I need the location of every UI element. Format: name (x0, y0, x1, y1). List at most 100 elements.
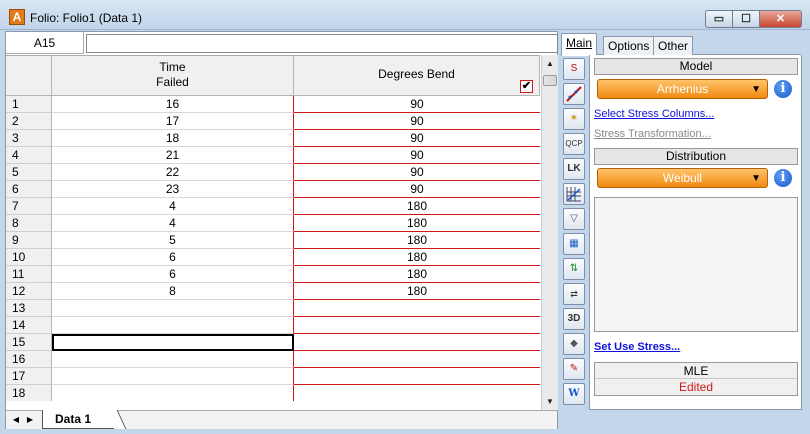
row-number[interactable]: 8 (6, 215, 52, 232)
row-number[interactable]: 16 (6, 351, 52, 368)
cell-time-failed[interactable]: 21 (52, 147, 294, 164)
row-number[interactable]: 13 (6, 300, 52, 317)
cell-degrees-bend[interactable] (294, 317, 540, 334)
row-number[interactable]: 2 (6, 113, 52, 130)
model-dropdown[interactable]: Arrhenius ▼ (597, 79, 768, 99)
sheet-tab-label: Data 1 (55, 412, 92, 426)
row-number[interactable]: 12 (6, 283, 52, 300)
cell-time-failed[interactable]: 8 (52, 283, 294, 300)
tab-next-icon[interactable]: ▶ (24, 413, 36, 427)
formula-input[interactable] (86, 34, 558, 53)
set-use-stress-link[interactable]: Set Use Stress... (594, 341, 680, 353)
row-number[interactable]: 17 (6, 368, 52, 385)
cell-time-failed[interactable]: 4 (52, 215, 294, 232)
row-number[interactable]: 3 (6, 130, 52, 147)
maximize-button[interactable]: ☐ (732, 10, 759, 28)
sort-icon[interactable]: ⇅ (563, 258, 585, 280)
chart-grid-icon[interactable] (563, 183, 585, 205)
cell-time-failed[interactable] (52, 368, 294, 385)
table-row: 16 (6, 351, 540, 368)
word-export-icon[interactable]: W (563, 383, 585, 405)
tab-options[interactable]: Options (603, 36, 655, 56)
row-number[interactable]: 1 (6, 96, 52, 113)
cell-degrees-bend[interactable] (294, 368, 540, 385)
column-header-label: Degrees Bend (378, 67, 455, 81)
likelihood-icon[interactable]: LK (563, 158, 585, 180)
row-number[interactable]: 14 (6, 317, 52, 334)
tab-label: Main (566, 36, 593, 50)
tab-prev-icon[interactable]: ◀ (10, 413, 22, 427)
cell-time-failed[interactable]: 17 (52, 113, 294, 130)
model-info-icon[interactable]: i (774, 80, 792, 98)
cell-degrees-bend[interactable] (294, 351, 540, 368)
row-number[interactable]: 11 (6, 266, 52, 283)
sheet-tab-data-1[interactable]: Data 1 (42, 410, 114, 429)
cell-degrees-bend[interactable]: 90 (294, 147, 540, 164)
scroll-thumb[interactable] (543, 75, 557, 86)
cell-degrees-bend[interactable]: 90 (294, 164, 540, 181)
cell-degrees-bend[interactable] (294, 300, 540, 317)
column-header-time-failed[interactable]: Time Failed (52, 56, 294, 96)
cell-time-failed[interactable] (52, 351, 294, 368)
cell-degrees-bend[interactable]: 180 (294, 198, 540, 215)
3d-plot-icon[interactable]: 3D (563, 308, 585, 330)
column-transform-icon[interactable]: ⇄ (563, 283, 585, 305)
select-stress-columns-link[interactable]: Select Stress Columns... (594, 108, 714, 120)
row-number[interactable]: 10 (6, 249, 52, 266)
cell-time-failed[interactable] (52, 385, 294, 401)
row-number[interactable]: 7 (6, 198, 52, 215)
tab-other[interactable]: Other (653, 36, 694, 56)
minimize-button[interactable]: ▭ (705, 10, 732, 28)
plot-icon[interactable] (563, 83, 585, 105)
qcp-icon[interactable]: QCP (563, 133, 585, 155)
cell-degrees-bend[interactable]: 90 (294, 113, 540, 130)
cell-time-failed[interactable]: 6 (52, 249, 294, 266)
report-icon[interactable]: ✎ (563, 358, 585, 380)
grid-corner[interactable] (6, 56, 52, 96)
stress-column-checkbox[interactable]: ✔ (520, 80, 533, 93)
cell-degrees-bend[interactable]: 180 (294, 215, 540, 232)
eraser-icon[interactable]: ◆ (563, 333, 585, 355)
close-button[interactable]: ✕ (759, 10, 802, 28)
cell-time-failed[interactable]: 23 (52, 181, 294, 198)
cell-degrees-bend[interactable]: 180 (294, 283, 540, 300)
stress-profile-icon[interactable]: S (563, 58, 585, 80)
scroll-down-icon[interactable]: ▼ (542, 393, 558, 410)
vertical-scrollbar[interactable]: ▲ ▼ (541, 55, 558, 410)
distribution-dropdown[interactable]: Weibull ▼ (597, 168, 768, 188)
cell-time-failed[interactable]: 6 (52, 266, 294, 283)
cell-time-failed[interactable]: 4 (52, 198, 294, 215)
cell-degrees-bend[interactable]: 90 (294, 96, 540, 113)
cell-time-failed[interactable]: 18 (52, 130, 294, 147)
cell-degrees-bend[interactable] (294, 334, 540, 351)
wizard-icon[interactable]: ✶ (563, 108, 585, 130)
scroll-up-icon[interactable]: ▲ (542, 55, 558, 72)
cell-degrees-bend[interactable]: 180 (294, 249, 540, 266)
cell-degrees-bend[interactable]: 180 (294, 232, 540, 249)
row-number[interactable]: 9 (6, 232, 52, 249)
row-number[interactable]: 15 (6, 334, 52, 351)
filter-icon[interactable]: ▽ (563, 208, 585, 230)
table-row: 7 4 180 (6, 198, 540, 215)
cell-time-failed[interactable] (52, 300, 294, 317)
table-row: 10 6 180 (6, 249, 540, 266)
cell-degrees-bend[interactable]: 90 (294, 181, 540, 198)
row-number[interactable]: 6 (6, 181, 52, 198)
row-number[interactable]: 5 (6, 164, 52, 181)
cell-degrees-bend[interactable] (294, 385, 540, 401)
cell-time-failed[interactable]: 16 (52, 96, 294, 113)
tab-main[interactable]: Main (561, 33, 598, 56)
cell-reference-box[interactable]: A15 (6, 32, 84, 54)
cell-time-failed[interactable] (52, 317, 294, 334)
distribution-info-icon[interactable]: i (774, 169, 792, 187)
cell-time-failed[interactable]: 22 (52, 164, 294, 181)
row-number[interactable]: 18 (6, 385, 52, 401)
row-number[interactable]: 4 (6, 147, 52, 164)
transfer-icon[interactable]: ▦ (563, 233, 585, 255)
cell-time-failed[interactable] (52, 334, 294, 351)
cell-degrees-bend[interactable]: 90 (294, 130, 540, 147)
column-header-degrees-bend[interactable]: Degrees Bend ✔ (294, 56, 540, 96)
table-row: 15 (6, 334, 540, 351)
cell-time-failed[interactable]: 5 (52, 232, 294, 249)
cell-degrees-bend[interactable]: 180 (294, 266, 540, 283)
